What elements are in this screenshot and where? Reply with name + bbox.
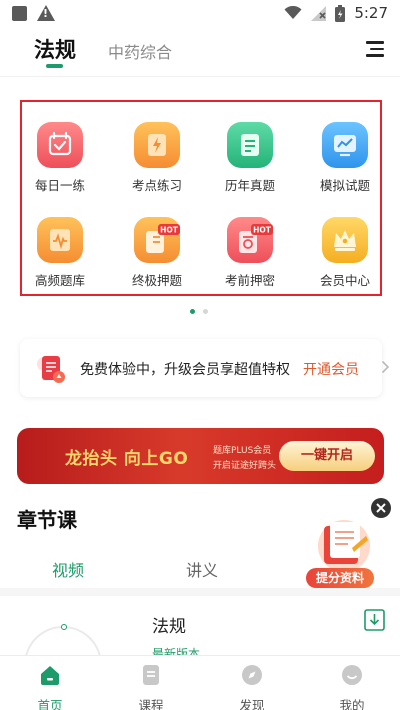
calendar-check-icon bbox=[37, 122, 83, 168]
nav-home[interactable]: 首页 bbox=[20, 664, 80, 710]
grid-label: 会员中心 bbox=[319, 273, 370, 288]
grid-item-point-practice[interactable]: 考点练习 bbox=[117, 122, 197, 194]
pulse-book-icon bbox=[37, 217, 83, 263]
profile-icon bbox=[342, 665, 362, 685]
download-icon[interactable] bbox=[364, 609, 385, 631]
promo-text: 免费体验中，升级会员享超值特权 bbox=[80, 362, 290, 378]
nav-label: 首页 bbox=[37, 698, 63, 710]
grid-label: 考点练习 bbox=[131, 178, 182, 193]
open-membership-link[interactable]: 开通会员 bbox=[303, 359, 359, 379]
hot-lock-icon: HOT bbox=[227, 217, 273, 263]
grid-label: 高频题库 bbox=[34, 273, 85, 288]
section-title: 章节课 bbox=[17, 508, 77, 532]
promo-banner[interactable]: 龙抬头 向上GO 题库PLUS会员 开启证途好跨头 一键开启 bbox=[17, 428, 384, 484]
banner-subtitle: 题库PLUS会员 bbox=[213, 446, 272, 456]
nav-label: 课程 bbox=[138, 698, 164, 710]
grid-item-past-exams[interactable]: 历年真题 bbox=[210, 122, 290, 194]
boost-materials-label[interactable]: 提分资料 bbox=[306, 568, 374, 588]
membership-document-icon bbox=[37, 356, 65, 383]
materials-book-icon bbox=[318, 520, 370, 572]
feature-grid: 每日一练 考点练习 历年真题 模拟试题 高频题库 HOT 终极押题 HOT 考前… bbox=[20, 100, 382, 296]
page-dot bbox=[203, 309, 208, 314]
nav-courses[interactable]: 课程 bbox=[121, 664, 181, 710]
svg-text:HOT: HOT bbox=[253, 226, 272, 235]
nav-label: 我的 bbox=[339, 698, 365, 710]
grid-label: 历年真题 bbox=[224, 178, 275, 193]
one-click-open-button[interactable]: 一键开启 bbox=[279, 441, 375, 471]
grid-item-daily-practice[interactable]: 每日一练 bbox=[20, 122, 100, 194]
battery-icon bbox=[335, 4, 346, 22]
grid-item-mock-exams[interactable]: 模拟试题 bbox=[305, 122, 385, 194]
signal-icon bbox=[311, 5, 327, 21]
grid-label: 终极押题 bbox=[131, 273, 182, 288]
compass-icon bbox=[242, 665, 262, 685]
grid-item-pre-exam-secret[interactable]: HOT 考前押密 bbox=[210, 217, 290, 289]
grid-item-final-prediction[interactable]: HOT 终极押题 bbox=[117, 217, 197, 289]
monitor-chart-icon bbox=[322, 122, 368, 168]
document-icon bbox=[227, 122, 273, 168]
grid-label: 考前押密 bbox=[224, 273, 275, 288]
banner-title: 龙抬头 向上GO bbox=[65, 449, 189, 469]
course-title[interactable]: 法规 bbox=[152, 612, 186, 637]
header: 法规 中药综合 bbox=[0, 26, 400, 76]
grid-label: 每日一练 bbox=[34, 178, 85, 193]
wifi-icon bbox=[284, 6, 302, 19]
nav-discover[interactable]: 发现 bbox=[222, 664, 282, 710]
member-promo-card[interactable]: 免费体验中，升级会员享超值特权 开通会员 bbox=[20, 339, 390, 397]
notification-square-icon bbox=[12, 5, 27, 21]
grid-label: 模拟试题 bbox=[319, 178, 370, 193]
clock: 5:27 bbox=[354, 4, 388, 22]
bottom-navigation: 首页 课程 发现 我的 bbox=[0, 655, 400, 710]
tab-fagui[interactable]: 法规 bbox=[34, 34, 76, 64]
close-icon[interactable] bbox=[371, 498, 391, 518]
warning-icon bbox=[37, 5, 55, 21]
course-icon bbox=[143, 665, 159, 685]
home-icon bbox=[41, 666, 59, 685]
svg-text:HOT: HOT bbox=[160, 226, 179, 235]
menu-icon[interactable] bbox=[366, 41, 384, 57]
hot-bolt-icon: HOT bbox=[134, 217, 180, 263]
page-indicator bbox=[190, 309, 208, 314]
tab-zhongyao[interactable]: 中药综合 bbox=[108, 39, 172, 63]
page-dot-active bbox=[190, 309, 195, 314]
banner-subtitle-2: 开启证途好跨头 bbox=[213, 461, 277, 471]
status-bar: 5:27 bbox=[0, 0, 400, 26]
chevron-right-icon bbox=[381, 360, 390, 374]
nav-profile[interactable]: 我的 bbox=[322, 664, 382, 710]
nav-label: 发现 bbox=[239, 698, 265, 710]
header-divider bbox=[0, 76, 400, 77]
grid-item-member-center[interactable]: 会员中心 bbox=[305, 217, 385, 289]
crown-icon bbox=[322, 217, 368, 263]
active-tab-indicator bbox=[46, 64, 63, 68]
grid-item-frequent-bank[interactable]: 高频题库 bbox=[20, 217, 100, 289]
bolt-note-icon bbox=[134, 122, 180, 168]
tab-handout[interactable]: 讲义 bbox=[186, 557, 218, 581]
tab-video[interactable]: 视频 bbox=[52, 557, 84, 581]
